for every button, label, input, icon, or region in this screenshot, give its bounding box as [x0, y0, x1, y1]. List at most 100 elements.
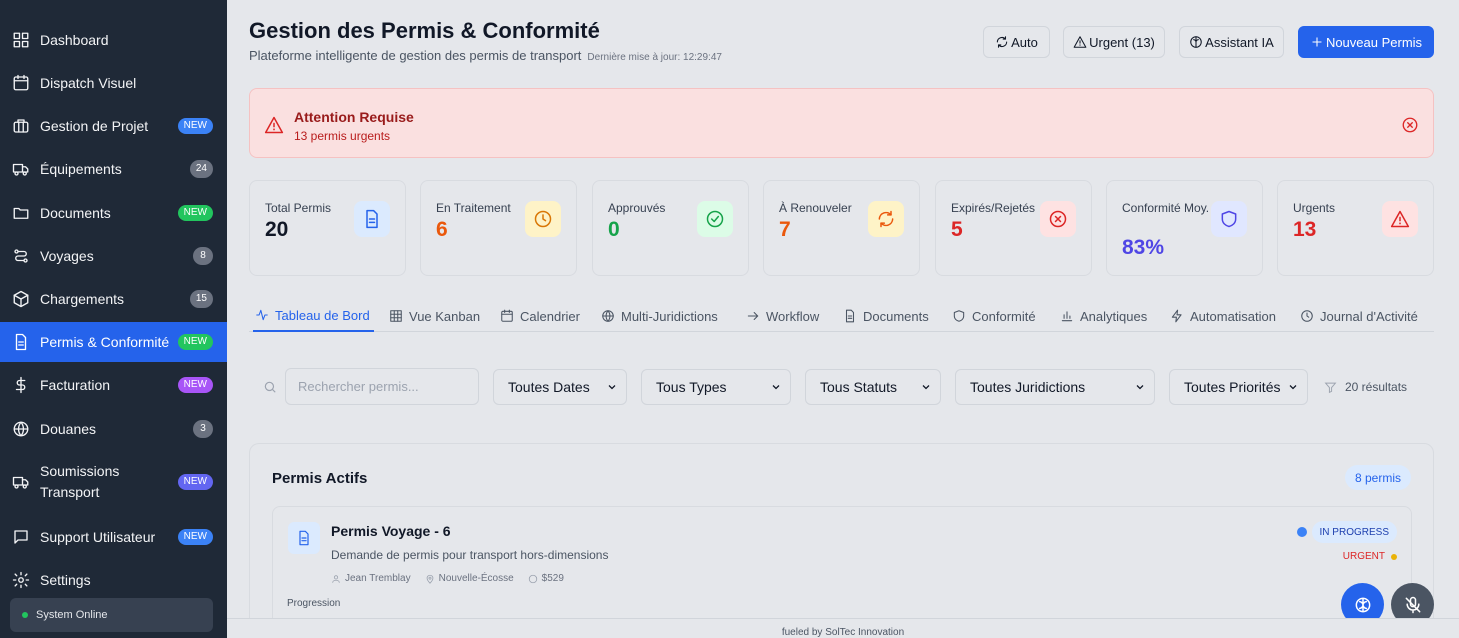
tab-compliance[interactable]: Conformité	[952, 300, 1036, 332]
tab-label: Conformité	[972, 308, 1036, 324]
select-value: Toutes Dates	[508, 379, 590, 395]
jurisdiction-filter-select[interactable]: Toutes Juridictions	[955, 369, 1155, 405]
permit-amount: $529	[528, 573, 564, 584]
tab-label: Journal d'Activité	[1320, 308, 1418, 324]
sidebar-item-loads[interactable]: Chargements 15	[0, 279, 227, 319]
urgent-button[interactable]: Urgent (13)	[1063, 26, 1165, 58]
tab-label: Calendrier	[520, 308, 580, 324]
tab-activity-log[interactable]: Journal d'Activité	[1300, 300, 1418, 332]
progress-label: Progression	[287, 598, 341, 609]
tab-label: Tableau de Bord	[275, 307, 370, 323]
status-dot	[1297, 527, 1307, 537]
results-count: 20 résultats	[1324, 380, 1407, 394]
sidebar-item-dispatch[interactable]: Dispatch Visuel	[0, 63, 227, 103]
microphone-off-icon	[1405, 596, 1420, 613]
permit-meta: Jean Tremblay Nouvelle-Écosse $529	[331, 573, 564, 584]
type-filter-select[interactable]: Tous Types	[641, 369, 791, 405]
new-permit-button[interactable]: Nouveau Permis	[1298, 26, 1434, 58]
sidebar-item-trips[interactable]: Voyages 8	[0, 236, 227, 276]
count-badge: 24	[189, 160, 213, 178]
assistant-ia-button[interactable]: Assistant IA	[1179, 26, 1284, 58]
stat-value: 0	[608, 218, 620, 241]
sidebar-item-permits[interactable]: Permis & Conformité NEW	[0, 322, 227, 362]
date-filter-select[interactable]: Toutes Dates	[493, 369, 627, 405]
route-icon	[12, 247, 30, 265]
select-value: Tous Statuts	[820, 379, 898, 395]
shield-icon	[1211, 201, 1247, 237]
briefcase-icon	[12, 117, 30, 135]
sidebar-item-dashboard[interactable]: Dashboard	[0, 20, 227, 60]
refresh-icon	[996, 36, 1008, 48]
permit-person: Jean Tremblay	[331, 573, 411, 584]
warning-icon	[264, 116, 284, 134]
sidebar-item-support[interactable]: Support Utilisateur NEW	[0, 517, 227, 557]
clock-icon	[525, 201, 561, 237]
assistant-label: Assistant IA	[1205, 34, 1274, 50]
sidebar-item-documents[interactable]: Documents NEW	[0, 193, 227, 233]
tab-multi-jurisdictions[interactable]: Multi-Juridictions	[601, 300, 718, 332]
new-badge: NEW	[177, 474, 213, 490]
permit-count-badge: 8 permis	[1344, 465, 1411, 490]
count-badge: 15	[189, 290, 213, 308]
tab-analytics[interactable]: Analytiques	[1060, 300, 1147, 332]
new-permit-label: Nouveau Permis	[1325, 34, 1423, 50]
stat-card-approved: Approuvés 0	[592, 180, 749, 276]
status-badge: IN PROGRESS	[1311, 521, 1397, 543]
new-badge: NEW	[177, 205, 213, 221]
permit-location: Nouvelle-Écosse	[425, 573, 514, 584]
sidebar-item-billing[interactable]: Facturation NEW	[0, 365, 227, 405]
sidebar-item-label: Documents	[40, 204, 111, 221]
close-icon[interactable]	[1401, 116, 1419, 134]
search-input[interactable]	[285, 368, 479, 405]
panel-title: Permis Actifs	[272, 470, 368, 487]
tab-label: Documents	[863, 308, 929, 324]
sidebar-item-label: Permis & Conformité	[40, 333, 170, 350]
tab-documents[interactable]: Documents	[843, 300, 929, 332]
system-status-text: System Online	[36, 609, 108, 621]
tab-workflow[interactable]: Workflow	[746, 300, 819, 332]
map-pin-icon	[426, 574, 433, 584]
tab-kanban[interactable]: Vue Kanban	[389, 300, 480, 332]
stat-label: Approuvés	[608, 201, 666, 215]
status-filter-select[interactable]: Tous Statuts	[805, 369, 941, 405]
chevron-down-icon	[922, 385, 930, 390]
stat-label: En Traitement	[436, 201, 511, 215]
sidebar-item-customs[interactable]: Douanes 3	[0, 409, 227, 449]
count-badge: 3	[193, 420, 213, 438]
sidebar-item-settings[interactable]: Settings	[0, 560, 227, 600]
priority-filter-select[interactable]: Toutes Priorités	[1169, 369, 1308, 405]
auto-button[interactable]: Auto	[983, 26, 1050, 58]
sidebar-item-label: Soumissions Transport	[40, 463, 120, 500]
last-update: Dernière mise à jour: 12:29:47	[587, 52, 722, 63]
select-value: Toutes Priorités	[1184, 379, 1281, 395]
tab-calendar[interactable]: Calendrier	[500, 300, 580, 332]
sidebar-item-equipment[interactable]: Équipements 24	[0, 149, 227, 189]
globe-icon	[12, 420, 30, 438]
amount-value: $529	[541, 573, 564, 584]
sidebar-item-projects[interactable]: Gestion de Projet NEW	[0, 106, 227, 146]
tab-label: Multi-Juridictions	[621, 308, 718, 324]
x-circle-icon	[1040, 201, 1076, 237]
file-icon	[354, 201, 390, 237]
activity-icon	[256, 309, 268, 321]
filter-icon	[1324, 382, 1337, 393]
brain-icon	[1355, 597, 1370, 612]
sidebar-item-submissions[interactable]: Soumissions Transport NEW	[0, 462, 227, 502]
stat-label: Urgents	[1293, 201, 1336, 215]
system-status: System Online	[10, 598, 213, 632]
stat-label: Expirés/Rejetés	[951, 201, 1036, 215]
tab-dashboard[interactable]: Tableau de Bord	[253, 300, 374, 332]
tab-automation[interactable]: Automatisation	[1170, 300, 1276, 332]
sidebar-item-label: Support Utilisateur	[40, 528, 156, 545]
lightning-icon	[1171, 309, 1182, 323]
stat-value: 7	[779, 218, 791, 241]
new-badge: NEW	[177, 529, 213, 545]
stat-label: Total Permis	[265, 201, 332, 215]
subtitle-text: Plateforme intelligente de gestion des p…	[249, 48, 582, 63]
status-dot	[22, 612, 28, 618]
stat-value: 5	[951, 218, 963, 241]
tab-label: Automatisation	[1190, 308, 1276, 324]
tab-label: Analytiques	[1080, 308, 1148, 324]
bar-chart-icon	[1061, 311, 1073, 322]
sidebar-item-label: Voyages	[40, 247, 94, 264]
